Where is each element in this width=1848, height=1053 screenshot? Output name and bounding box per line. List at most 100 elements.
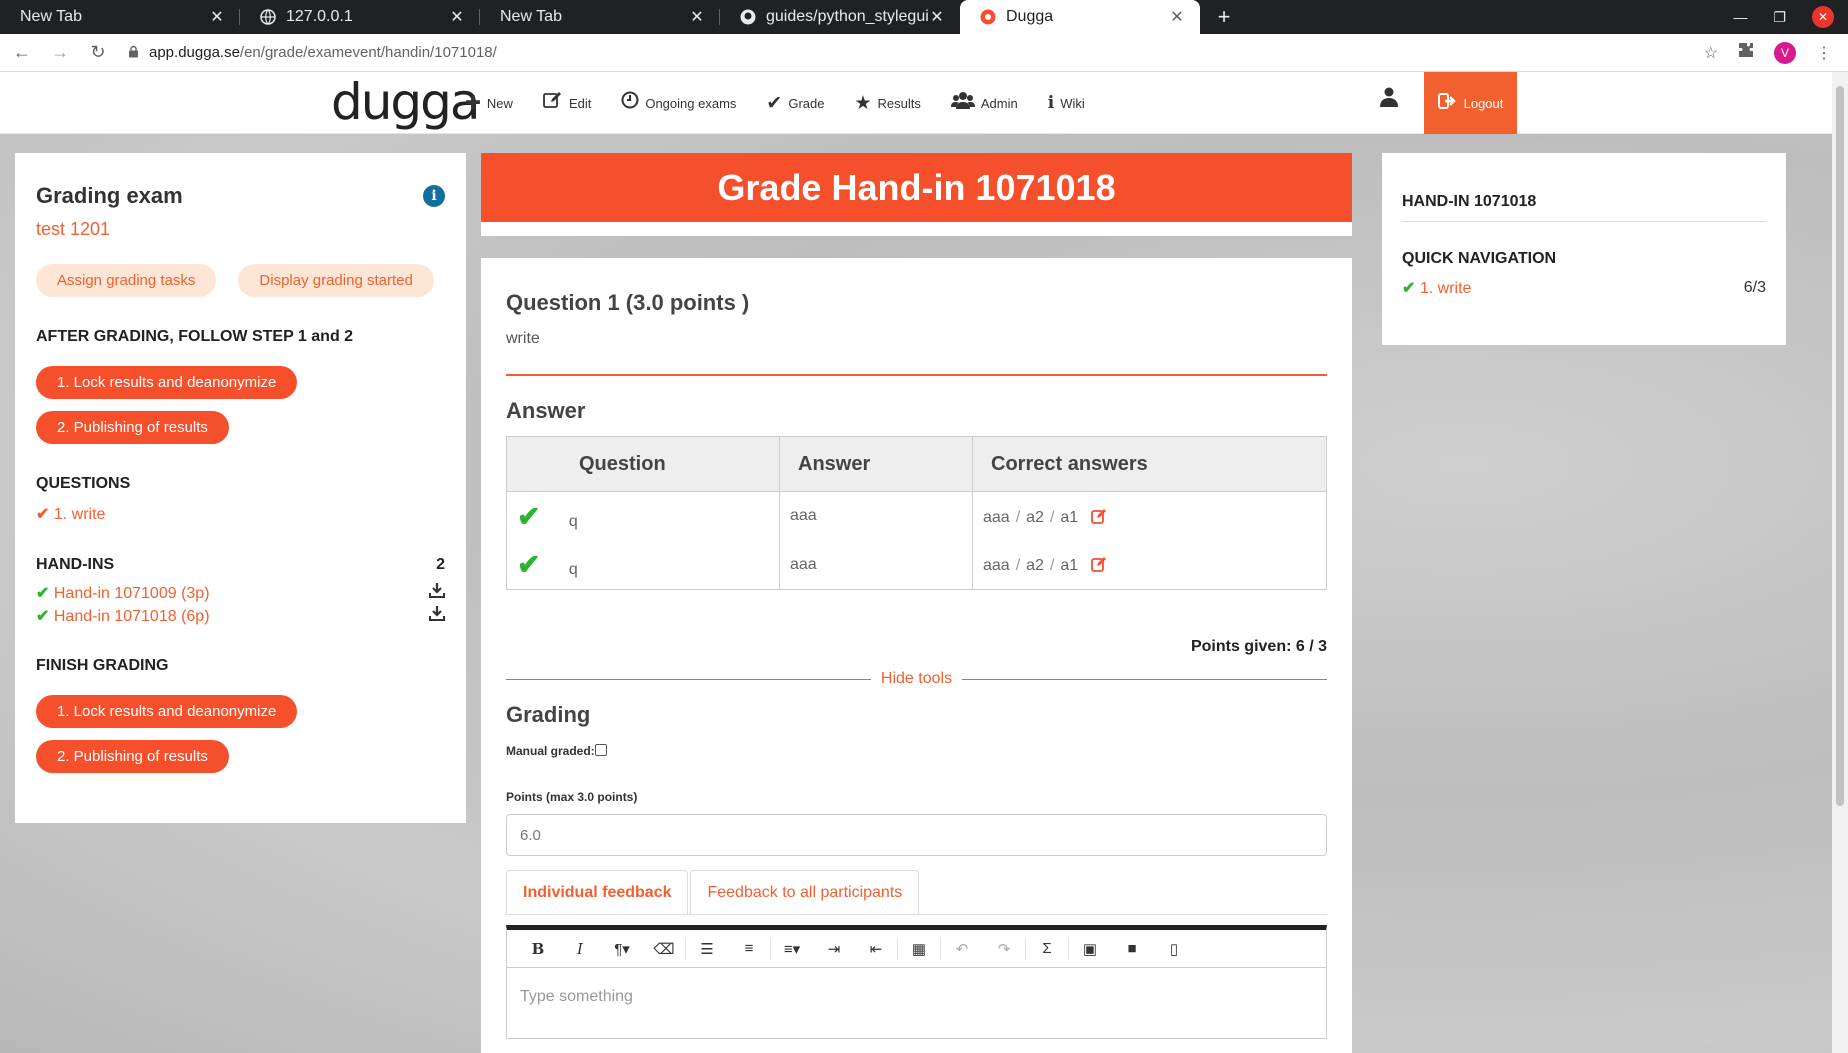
- align-icon[interactable]: ≡▾: [771, 940, 813, 958]
- edit-icon[interactable]: [1090, 554, 1107, 574]
- logout-button[interactable]: Logout: [1424, 72, 1517, 134]
- editor-input[interactable]: Type something: [507, 968, 1326, 1038]
- points-label: Points (max 3.0 points): [506, 790, 638, 804]
- back-icon[interactable]: ←: [6, 37, 38, 69]
- url-host: app.dugga.se: [149, 44, 240, 61]
- unordered-list-icon[interactable]: ≡: [728, 940, 770, 957]
- handin-link[interactable]: ✔ Hand-in 1071018 (6p): [36, 606, 210, 626]
- nav-admin[interactable]: Admin: [950, 91, 1018, 115]
- new-tab-button[interactable]: +: [1212, 0, 1236, 34]
- nav-wiki[interactable]: i Wiki: [1048, 93, 1085, 113]
- tab-title: Dugga: [1006, 8, 1054, 25]
- grading-sidebar: Grading exam i test 1201 Assign grading …: [15, 153, 466, 823]
- nav-ongoing-exams[interactable]: Ongoing exams: [621, 91, 736, 115]
- url-field[interactable]: app.dugga.se/en/grade/examevent/handin/1…: [128, 44, 1704, 61]
- nav-edit[interactable]: Edit: [543, 91, 591, 115]
- question-link[interactable]: ✔ 1. write: [36, 504, 445, 524]
- main-nav: ✚ New Edit Ongoing exams ✔ Grade ★ Resul…: [465, 72, 1115, 134]
- checkmark-icon: ✔: [1402, 280, 1416, 297]
- handin-link[interactable]: ✔ Hand-in 1071009 (3p): [36, 583, 210, 603]
- italic-icon[interactable]: I: [559, 940, 601, 958]
- tab-individual-feedback[interactable]: Individual feedback: [506, 870, 689, 914]
- scroll-thumb[interactable]: [1836, 86, 1844, 806]
- close-icon[interactable]: ✕: [928, 7, 946, 27]
- close-icon[interactable]: ✕: [688, 7, 706, 27]
- outdent-icon[interactable]: ⇤: [855, 940, 897, 958]
- finish-lock-results-button[interactable]: 1. Lock results and deanonymize: [36, 695, 298, 728]
- display-grading-started-button[interactable]: Display grading started: [238, 264, 434, 297]
- nav-new[interactable]: ✚ New: [465, 92, 513, 115]
- browser-tab[interactable]: New Tab ✕: [0, 0, 240, 34]
- file-icon[interactable]: ▯: [1153, 940, 1195, 958]
- browser-tab[interactable]: guides/python_styleguide ✕: [720, 0, 960, 34]
- close-icon[interactable]: ✕: [208, 7, 226, 27]
- bookmark-star-icon[interactable]: ☆: [1704, 43, 1718, 63]
- redo-icon[interactable]: ↷: [983, 940, 1025, 958]
- handin-label: Hand-in 1071018 (6p): [53, 607, 210, 625]
- window-close-icon[interactable]: ✕: [1812, 6, 1834, 28]
- assign-grading-tasks-button[interactable]: Assign grading tasks: [36, 264, 217, 297]
- reload-icon[interactable]: ↻: [82, 37, 114, 69]
- site-header: dugga ✚ New Edit Ongoing exams ✔ Grade ★…: [0, 72, 1832, 134]
- exam-name[interactable]: test 1201: [36, 219, 445, 240]
- tab-feedback-all[interactable]: Feedback to all participants: [690, 870, 920, 914]
- edit-icon[interactable]: [1090, 506, 1107, 526]
- profile-avatar[interactable]: V: [1774, 41, 1796, 64]
- manual-graded-checkbox[interactable]: [594, 744, 607, 756]
- download-icon[interactable]: [429, 605, 445, 626]
- page-title: Grading exam: [36, 183, 183, 208]
- ordered-list-icon[interactable]: ☰: [686, 940, 728, 958]
- undo-icon[interactable]: ↶: [941, 940, 983, 958]
- minimize-icon[interactable]: —: [1733, 9, 1747, 25]
- indent-icon[interactable]: ⇥: [813, 940, 855, 958]
- hide-tools-link[interactable]: Hide tools: [871, 670, 962, 688]
- points-input[interactable]: 6.0: [506, 814, 1327, 856]
- sign-out-icon: [1437, 92, 1458, 114]
- nav-grade[interactable]: ✔ Grade: [766, 92, 824, 115]
- nav-results[interactable]: ★ Results: [854, 92, 920, 115]
- publish-results-button[interactable]: 2. Publishing of results: [36, 411, 229, 444]
- github-icon: [740, 9, 756, 25]
- close-icon[interactable]: ✕: [448, 7, 466, 27]
- checkmark-icon: ✔: [36, 584, 50, 602]
- table-header: Question: [506, 436, 780, 492]
- close-icon[interactable]: ✕: [1168, 7, 1186, 27]
- info-icon[interactable]: i: [423, 185, 445, 207]
- sigma-icon[interactable]: Σ: [1026, 940, 1068, 957]
- browser-tab[interactable]: 127.0.0.1 ✕: [240, 0, 480, 34]
- divider: [1402, 221, 1766, 222]
- paragraph-icon[interactable]: ¶▾: [601, 940, 643, 958]
- download-icon[interactable]: [429, 582, 445, 603]
- answer-cell: aaa: [779, 491, 973, 541]
- eraser-icon[interactable]: ⌫: [643, 940, 685, 958]
- page-viewport: dugga ✚ New Edit Ongoing exams ✔ Grade ★…: [0, 72, 1832, 1053]
- feedback-tabs: Individual feedback Feedback to all part…: [506, 870, 1327, 915]
- browser-tab[interactable]: New Tab ✕: [480, 0, 720, 34]
- video-icon[interactable]: ■: [1111, 940, 1153, 957]
- lock-results-button[interactable]: 1. Lock results and deanonymize: [36, 366, 298, 399]
- finish-publish-results-button[interactable]: 2. Publishing of results: [36, 740, 229, 773]
- handin-row: ✔ Hand-in 1071018 (6p): [36, 605, 445, 626]
- forward-icon[interactable]: →: [44, 37, 76, 69]
- user-icon[interactable]: [1380, 86, 1398, 114]
- quicknav-link[interactable]: ✔ 1. write: [1402, 278, 1471, 298]
- bold-icon[interactable]: B: [517, 940, 559, 958]
- question-cell: ✔ q: [506, 540, 780, 590]
- checkmark-icon: ✔: [36, 607, 50, 625]
- browser-tab-active[interactable]: Dugga ✕: [960, 0, 1200, 34]
- extensions-icon[interactable]: [1738, 42, 1754, 63]
- page-scrollbar[interactable]: [1832, 72, 1848, 1053]
- image-icon[interactable]: ▣: [1069, 940, 1111, 958]
- table-icon[interactable]: ▦: [898, 940, 940, 958]
- restore-icon[interactable]: ❐: [1773, 9, 1786, 26]
- browser-menu-icon[interactable]: ⋮: [1816, 43, 1832, 63]
- checkmark-icon: ✔: [517, 549, 541, 581]
- star-icon: ★: [854, 92, 872, 114]
- handin-row: ✔ Hand-in 1071009 (3p): [36, 582, 445, 603]
- dugga-logo[interactable]: dugga: [331, 76, 481, 128]
- question-label: write: [71, 506, 106, 523]
- info-icon: i: [1047, 93, 1055, 113]
- after-grading-heading: AFTER GRADING, FOLLOW STEP 1 and 2: [36, 328, 354, 345]
- nav-label: New: [486, 95, 513, 111]
- cell-text: q: [568, 561, 578, 579]
